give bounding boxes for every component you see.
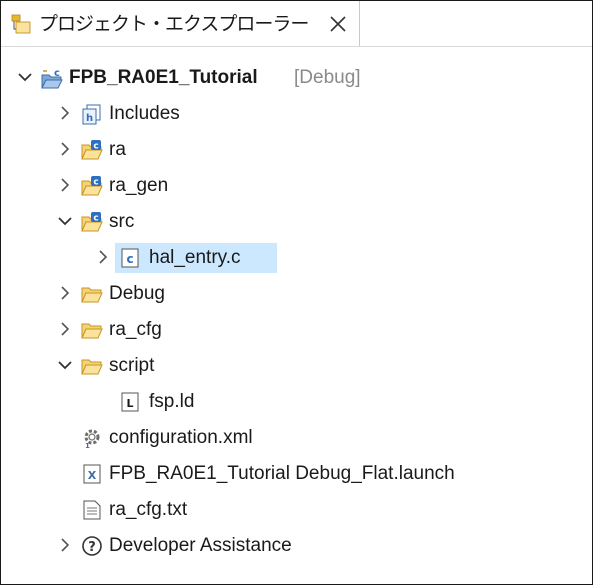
c-file-icon: c	[121, 248, 139, 268]
tree-item-label: FPB_RA0E1_Tutorial Debug_Flat.launch	[109, 463, 455, 484]
chevron-down-icon[interactable]	[57, 213, 73, 229]
project-tree: c FPB_RA0E1_Tutorial [Debug] h Includes …	[1, 49, 592, 584]
tree-item-project[interactable]: c FPB_RA0E1_Tutorial [Debug]	[1, 61, 592, 94]
tree-item-label: Developer Assistance	[109, 535, 292, 556]
tree-item-hal-entry[interactable]: c hal_entry.c	[1, 241, 592, 274]
chevron-right-icon[interactable]	[57, 177, 73, 193]
tree-item-ra-cfg[interactable]: ra_cfg	[1, 313, 592, 346]
tree-item-label: ra_cfg.txt	[109, 499, 188, 520]
svg-text:L: L	[126, 397, 133, 410]
tree-item-label: ra	[109, 139, 126, 160]
c-project-icon: c	[41, 68, 63, 89]
svg-text:?: ?	[88, 540, 96, 555]
tree-item-src[interactable]: src	[1, 205, 592, 238]
chevron-right-icon[interactable]	[57, 141, 73, 157]
text-file-icon	[83, 500, 101, 520]
source-folder-icon	[81, 175, 103, 196]
includes-icon: h	[82, 104, 101, 125]
tree-item-developer-assistance[interactable]: ? Developer Assistance	[1, 529, 592, 562]
tree-item-label: ra_gen	[109, 175, 169, 196]
tree-item-fsp-ld[interactable]: L fsp.ld	[1, 385, 592, 418]
chevron-right-icon[interactable]	[57, 285, 73, 301]
tree-item-label: Debug	[109, 283, 165, 304]
tab-title: プロジェクト・エクスプローラー	[39, 13, 309, 35]
tree-item-configuration[interactable]: 1 configuration.xml	[1, 421, 592, 454]
tab-project-explorer[interactable]: プロジェクト・エクスプローラー	[1, 1, 360, 46]
tree-item-ra[interactable]: ra	[1, 133, 592, 166]
chevron-right-icon[interactable]	[57, 321, 73, 337]
chevron-right-icon[interactable]	[95, 249, 111, 265]
tree-item-label: script	[109, 355, 155, 376]
close-icon[interactable]	[327, 13, 349, 35]
gear-icon: 1	[84, 429, 100, 449]
project-explorer-view: プロジェクト・エクスプローラー c FPB_RA0E1_Tutorial [De…	[0, 0, 593, 585]
view-tab-bar: プロジェクト・エクスプローラー	[1, 1, 592, 47]
source-folder-icon	[81, 139, 103, 160]
svg-text:X: X	[88, 469, 97, 482]
tree-item-ra-gen[interactable]: ra_gen	[1, 169, 592, 202]
tree-item-label: fsp.ld	[149, 391, 195, 412]
svg-text:h: h	[86, 113, 93, 124]
chevron-down-icon[interactable]	[17, 69, 33, 85]
svg-text:1: 1	[85, 442, 90, 449]
chevron-right-icon[interactable]	[57, 537, 73, 553]
tree-item-label: src	[109, 211, 135, 232]
chevron-down-icon[interactable]	[57, 357, 73, 373]
tree-item-label: configuration.xml	[109, 427, 253, 448]
tree-item-launch[interactable]: X FPB_RA0E1_Tutorial Debug_Flat.launch	[1, 457, 592, 490]
svg-text:c: c	[126, 252, 133, 266]
project-explorer-icon	[11, 14, 31, 34]
tree-item-label: Includes	[109, 103, 180, 124]
chevron-right-icon[interactable]	[57, 105, 73, 121]
source-folder-icon	[81, 211, 103, 232]
project-name: FPB_RA0E1_Tutorial	[69, 67, 258, 88]
linker-script-icon: L	[121, 392, 139, 412]
svg-text:c: c	[54, 68, 60, 79]
help-icon: ?	[82, 536, 102, 556]
tree-item-label: ra_cfg	[109, 319, 162, 340]
project-decoration: [Debug]	[294, 67, 361, 88]
tree-item-label: hal_entry.c	[149, 247, 241, 268]
folder-icon	[81, 287, 103, 303]
tree-item-ra-cfg-txt[interactable]: ra_cfg.txt	[1, 493, 592, 526]
tree-item-debug[interactable]: Debug	[1, 277, 592, 310]
tree-item-includes[interactable]: h Includes	[1, 97, 592, 130]
folder-icon	[81, 359, 103, 375]
launch-config-icon: X	[83, 464, 101, 484]
tree-item-script[interactable]: script	[1, 349, 592, 382]
folder-icon	[81, 323, 103, 339]
